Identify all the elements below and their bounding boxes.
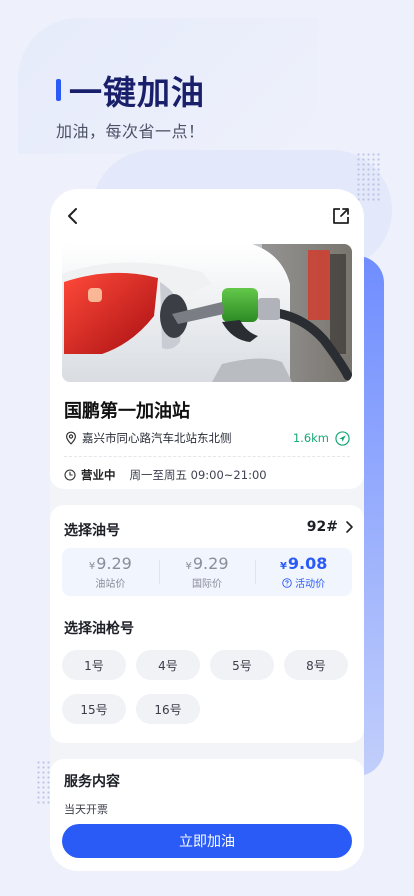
price-panel: ¥9.29 油站价 ¥9.29 国际价 ¥9.08 活动价	[62, 548, 352, 596]
share-icon[interactable]	[330, 205, 352, 227]
business-hours: 周一至周五 09:00~21:00	[129, 468, 267, 482]
gun-option[interactable]: 5号	[210, 650, 274, 680]
fuel-card: 选择油号 92# ¥9.29 油站价 ¥9.29 国际价 ¥9.08 活动价 选…	[50, 505, 364, 743]
fuel-grade-value: 92#	[306, 519, 338, 535]
location-pin-icon	[65, 431, 77, 445]
gun-option[interactable]: 16号	[136, 694, 200, 724]
price-label[interactable]: 活动价	[282, 575, 325, 590]
service-section-title: 服务内容	[64, 774, 120, 790]
chevron-right-icon	[346, 521, 353, 533]
decorative-dots	[356, 152, 382, 202]
fuel-grade-selector[interactable]: 92#	[307, 519, 354, 535]
price-label: 油站价	[95, 579, 126, 590]
promo-price: ¥9.08 活动价	[255, 548, 352, 596]
gun-section-title: 选择油枪号	[64, 621, 134, 637]
station-price: ¥9.29 油站价	[62, 548, 159, 596]
title-bar	[56, 79, 61, 101]
station-photo	[62, 244, 352, 382]
station-address: 嘉兴市同心路汽车北站东北侧	[82, 431, 232, 445]
hero-subtitle: 加油，每次省一点！	[56, 122, 205, 141]
gun-option[interactable]: 4号	[136, 650, 200, 680]
station-name: 国鹏第一加油站	[64, 401, 190, 422]
service-text: 当天开票	[64, 803, 108, 816]
back-arrow-icon[interactable]	[62, 205, 84, 227]
hero-title-text: 一键加油	[69, 73, 205, 112]
price-label: 国际价	[192, 579, 222, 590]
gun-list: 1号 4号 5号 8号 15号 16号	[62, 650, 362, 724]
price-value: ¥9.08	[279, 554, 328, 573]
hero-title: 一键加油	[56, 66, 205, 114]
international-price: ¥9.29 国际价	[158, 548, 256, 596]
gun-option[interactable]: 1号	[62, 650, 126, 680]
gun-option[interactable]: 8号	[284, 650, 348, 680]
hours-row: 营业中 周一至周五 09:00~21:00	[64, 466, 267, 484]
refuel-now-button[interactable]: 立即加油	[62, 824, 352, 858]
clock-icon	[64, 469, 76, 481]
address-row: 嘉兴市同心路汽车北站东北侧 1.6km	[64, 429, 350, 447]
service-card: 服务内容 当天开票 立即加油	[50, 759, 364, 871]
price-value: ¥9.29	[88, 554, 132, 573]
question-icon[interactable]	[282, 577, 292, 588]
navigation-icon[interactable]	[335, 430, 350, 446]
phone-screen: 国鹏第一加油站 嘉兴市同心路汽车北站东北侧 1.6km 营业中 周一至周五 09…	[50, 189, 364, 871]
fuel-section-title: 选择油号	[64, 523, 120, 539]
station-distance: 1.6km	[292, 431, 329, 445]
divider	[64, 456, 350, 457]
gun-option[interactable]: 15号	[62, 694, 126, 724]
top-nav	[50, 205, 364, 227]
business-status: 营业中	[81, 468, 116, 482]
station-card: 国鹏第一加油站 嘉兴市同心路汽车北站东北侧 1.6km 营业中 周一至周五 09…	[50, 189, 364, 489]
price-value: ¥9.29	[185, 554, 229, 573]
